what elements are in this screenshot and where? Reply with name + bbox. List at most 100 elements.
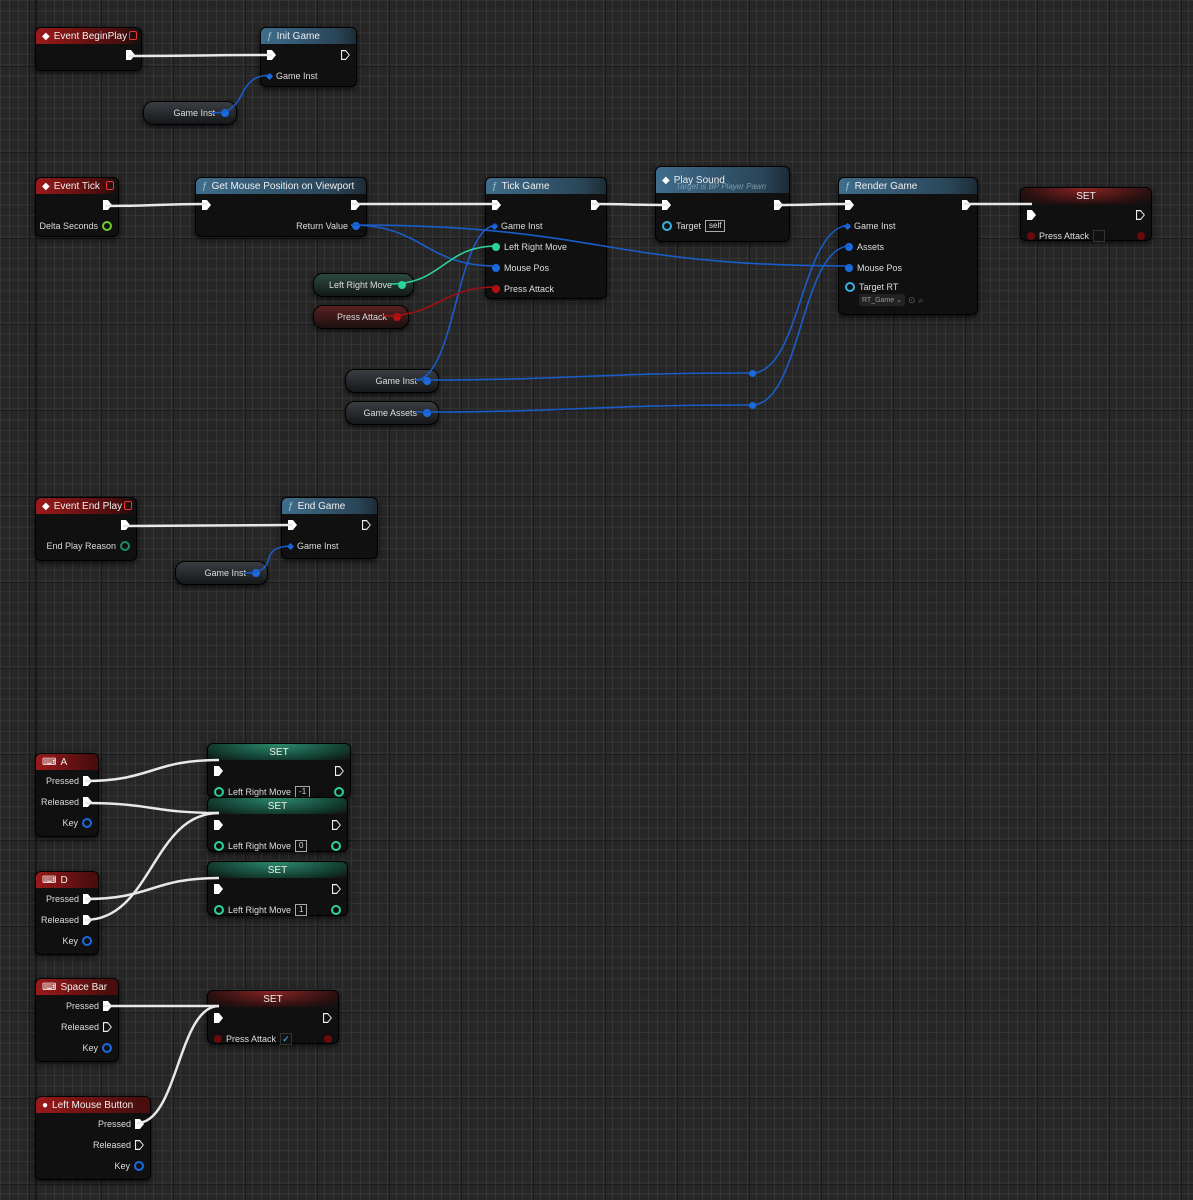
node-render-game[interactable]: ƒ Render Game Game Inst Assets Mouse Pos RT_G… (838, 177, 978, 315)
exec-pin[interactable] (335, 766, 344, 776)
pin-exec[interactable] (1136, 210, 1145, 220)
exec-pin[interactable] (214, 766, 223, 776)
node-header[interactable]: ◆ Event End Play (36, 498, 136, 514)
pin-exec[interactable] (774, 200, 783, 210)
object-pin-icon[interactable] (286, 542, 295, 550)
pin-game-inst[interactable]: Game Inst (843, 221, 896, 231)
pin-press-attack[interactable]: Press Attack (492, 284, 554, 294)
pin-target[interactable]: Target self (662, 220, 726, 232)
pin-mouse-pos[interactable]: Mouse Pos (845, 263, 902, 273)
exec-pin[interactable] (103, 1022, 112, 1032)
exec-pin[interactable] (83, 915, 92, 925)
pin-exec[interactable] (288, 520, 297, 530)
node-header[interactable]: ƒ Init Game (261, 28, 356, 44)
pin-delta-seconds[interactable]: Delta Seconds (39, 221, 112, 231)
pin-released[interactable]: Released (41, 915, 92, 925)
data-pin[interactable] (1137, 232, 1145, 240)
pin-exec[interactable] (121, 520, 130, 530)
pin-pressed[interactable]: Pressed (46, 776, 92, 786)
pin-key[interactable]: Key (114, 1161, 144, 1171)
exec-pin[interactable] (1027, 210, 1036, 220)
exec-pin[interactable] (121, 520, 130, 530)
data-pin[interactable] (120, 541, 130, 551)
node-header[interactable]: ƒ End Game (282, 498, 377, 514)
pin-key[interactable]: Key (62, 818, 92, 828)
exec-pin[interactable] (288, 520, 297, 530)
pin-assets[interactable]: Assets (845, 242, 884, 252)
variable-pin[interactable] (393, 313, 401, 321)
exec-pin[interactable] (591, 200, 600, 210)
data-pin[interactable] (845, 264, 853, 272)
exec-pin[interactable] (83, 797, 92, 807)
pin-exec[interactable] (214, 1013, 223, 1023)
pin-pressed[interactable]: Pressed (46, 894, 92, 904)
node-header[interactable]: SET (208, 862, 347, 878)
pin-exec[interactable] (202, 200, 211, 210)
exec-pin[interactable] (962, 200, 971, 210)
pin-left-right-move[interactable]: Left Right Move 1 (214, 904, 308, 916)
node-header[interactable]: ● Left Mouse Button (36, 1097, 150, 1113)
pin-exec[interactable] (362, 520, 371, 530)
node-header[interactable]: ◆ Event BeginPlay (36, 28, 141, 44)
pin-left-right-move[interactable]: Left Right Move 0 (214, 840, 308, 852)
node-header[interactable]: SET (1021, 188, 1151, 204)
pin-value-input[interactable]: 1 (295, 904, 308, 916)
exec-pin[interactable] (103, 200, 112, 210)
var-game-inst-3[interactable]: Game Inst (175, 561, 268, 585)
exec-pin[interactable] (662, 200, 671, 210)
pin-target-rt[interactable]: Target RT (845, 282, 898, 292)
exec-pin[interactable] (323, 1013, 332, 1023)
data-pin[interactable] (492, 243, 500, 251)
object-pin-icon[interactable] (265, 72, 274, 80)
pin-value-input[interactable]: self (705, 220, 726, 232)
node-tick-game[interactable]: ƒ Tick Game Game Inst Left Right Move Mouse … (485, 177, 607, 299)
pin-exec[interactable] (103, 200, 112, 210)
exec-pin[interactable] (332, 820, 341, 830)
node-header[interactable]: ⌨ A (36, 754, 98, 770)
data-pin[interactable] (134, 1161, 144, 1171)
pin-game-inst[interactable]: Game Inst (265, 71, 318, 81)
variable-pin[interactable] (423, 409, 431, 417)
pin-key[interactable]: Key (62, 936, 92, 946)
pin-press-attack[interactable]: Press Attack (1027, 230, 1106, 242)
node-header[interactable]: SET (208, 744, 350, 760)
exec-pin[interactable] (332, 884, 341, 894)
exec-pin[interactable] (267, 50, 276, 60)
use-asset-icon[interactable]: ⊙ (908, 295, 916, 306)
node-key-space[interactable]: ⌨ Space Bar Pressed Released Key (35, 978, 119, 1062)
node-set-press-attack-2[interactable]: SET Press Attack ✓ (207, 990, 339, 1045)
data-pin[interactable] (492, 264, 500, 272)
pin-ring[interactable] (334, 787, 344, 797)
data-pin[interactable] (324, 1035, 332, 1043)
variable-pin[interactable] (221, 109, 229, 117)
node-begin-play[interactable]: ◆ Event BeginPlay (35, 27, 142, 71)
node-set-lrm-1[interactable]: SET Left Right Move 1 (207, 861, 348, 916)
exec-pin[interactable] (83, 894, 92, 904)
data-pin[interactable] (214, 905, 224, 915)
pin-key[interactable]: Key (82, 1043, 112, 1053)
data-pin[interactable] (352, 222, 360, 230)
exec-pin[interactable] (341, 50, 350, 60)
exec-pin[interactable] (492, 200, 501, 210)
data-pin[interactable] (82, 818, 92, 828)
pin-game-inst[interactable]: Game Inst (490, 221, 543, 231)
data-pin[interactable] (334, 787, 344, 797)
node-init-game[interactable]: ƒ Init Game Game Inst (260, 27, 357, 87)
data-pin[interactable] (82, 936, 92, 946)
data-pin[interactable] (845, 243, 853, 251)
node-set-press-attack-1[interactable]: SET Press Attack (1020, 187, 1152, 242)
node-header[interactable]: ⌨ D (36, 872, 98, 888)
variable-pin[interactable] (252, 569, 260, 577)
pin-dot[interactable] (1137, 232, 1145, 240)
exec-pin[interactable] (83, 776, 92, 786)
var-game-inst-1[interactable]: Game Inst (143, 101, 237, 125)
node-event-end-play[interactable]: ◆ Event End Play End Play Reason (35, 497, 137, 561)
exec-pin[interactable] (126, 50, 135, 60)
data-pin[interactable] (214, 787, 224, 797)
pin-return-value[interactable]: Return Value (296, 221, 360, 231)
data-pin[interactable] (214, 841, 224, 851)
pin-end-play-reason[interactable]: End Play Reason (46, 541, 130, 551)
pin-exec[interactable] (332, 884, 341, 894)
pin-exec[interactable] (962, 200, 971, 210)
pin-exec[interactable] (662, 200, 671, 210)
